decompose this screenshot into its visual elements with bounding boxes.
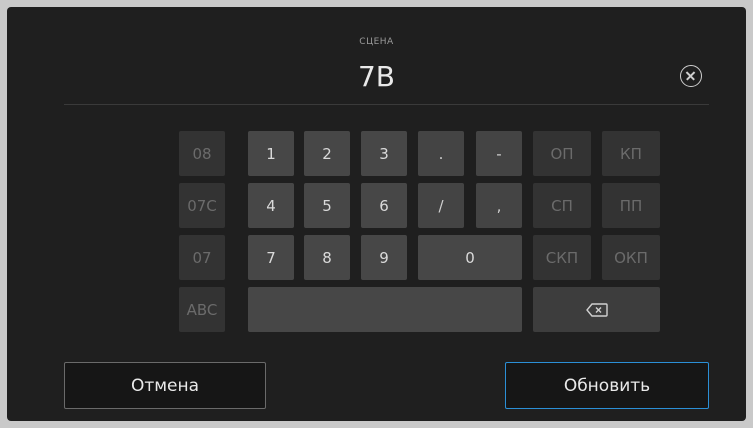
history-key-07c[interactable]: 07C — [179, 183, 225, 228]
digit-key-8[interactable]: 8 — [304, 235, 350, 280]
abc-key[interactable]: ABC — [179, 287, 225, 332]
backspace-icon — [585, 302, 608, 317]
slash-key[interactable]: / — [418, 183, 464, 228]
digit-key-2[interactable]: 2 — [304, 131, 350, 176]
cancel-button[interactable]: Отмена — [64, 362, 266, 409]
digit-key-3[interactable]: 3 — [361, 131, 407, 176]
shot-key-op[interactable]: ОП — [533, 131, 591, 176]
digit-key-6[interactable]: 6 — [361, 183, 407, 228]
scene-value-display[interactable]: 7B — [7, 60, 746, 93]
divider — [64, 104, 709, 105]
update-button[interactable]: Обновить — [505, 362, 709, 409]
field-label: СЦЕНА — [359, 37, 394, 47]
digit-key-4[interactable]: 4 — [248, 183, 294, 228]
shot-key-okp[interactable]: ОКП — [602, 235, 660, 280]
digit-key-1[interactable]: 1 — [248, 131, 294, 176]
clear-icon[interactable] — [680, 65, 702, 87]
shot-key-kp[interactable]: КП — [602, 131, 660, 176]
shot-key-sp[interactable]: СП — [533, 183, 591, 228]
digit-key-7[interactable]: 7 — [248, 235, 294, 280]
digit-key-5[interactable]: 5 — [304, 183, 350, 228]
backspace-key[interactable] — [533, 287, 660, 332]
shot-key-pp[interactable]: ПП — [602, 183, 660, 228]
comma-key[interactable]: , — [476, 183, 522, 228]
dash-key[interactable]: - — [476, 131, 522, 176]
space-key[interactable] — [248, 287, 522, 332]
dot-key[interactable]: . — [418, 131, 464, 176]
scene-entry-panel: СЦЕНА 7B 08 1 2 3 . - ОП КП 07C 4 5 6 / … — [7, 7, 746, 421]
history-key-07[interactable]: 07 — [179, 235, 225, 280]
digit-key-9[interactable]: 9 — [361, 235, 407, 280]
digit-key-0[interactable]: 0 — [418, 235, 522, 280]
history-key-08[interactable]: 08 — [179, 131, 225, 176]
shot-key-skp[interactable]: СКП — [533, 235, 591, 280]
